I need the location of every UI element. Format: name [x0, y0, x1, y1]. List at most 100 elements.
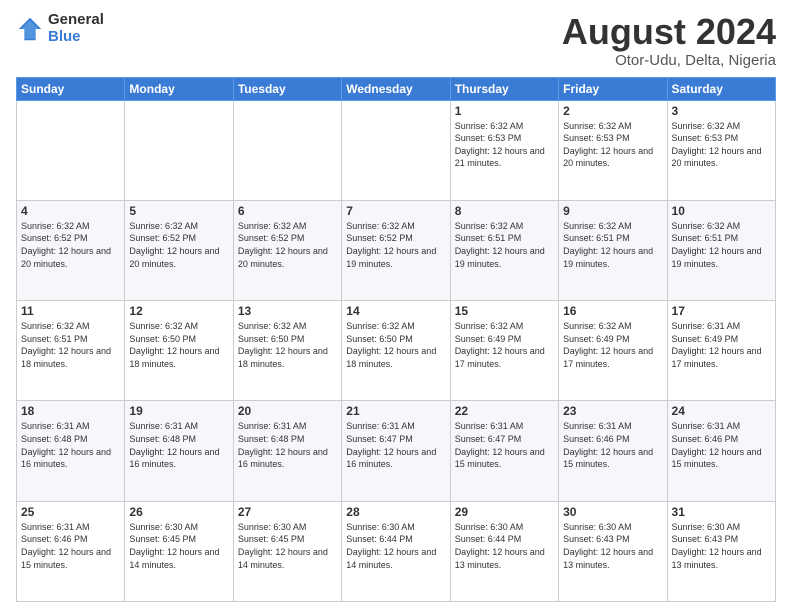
day-info: Sunrise: 6:31 AM Sunset: 6:46 PM Dayligh… — [672, 420, 771, 470]
day-cell: 3 Sunrise: 6:32 AM Sunset: 6:53 PM Daylig… — [667, 100, 775, 200]
logo-icon — [16, 15, 44, 43]
day-info: Sunrise: 6:31 AM Sunset: 6:48 PM Dayligh… — [238, 420, 337, 470]
day-info: Sunrise: 6:32 AM Sunset: 6:51 PM Dayligh… — [672, 220, 771, 270]
day-cell: 26Sunrise: 6:30 AM Sunset: 6:45 PM Dayli… — [125, 501, 233, 601]
calendar-header-row: SundayMondayTuesdayWednesdayThursdayFrid… — [17, 77, 776, 100]
day-number: 23 — [563, 404, 662, 418]
day-info: Sunrise: 6:31 AM Sunset: 6:48 PM Dayligh… — [21, 420, 120, 470]
day-number: 2 — [563, 104, 662, 118]
day-cell: 29 Sunrise: 6:30 AM Sunset: 6:44 PM Dayli… — [450, 501, 558, 601]
day-number: 19 — [129, 404, 228, 418]
day-number: 5 — [129, 204, 228, 218]
day-number: 20 — [238, 404, 337, 418]
week-row-3: 11 Sunrise: 6:32 AM Sunset: 6:51 PM Dayli… — [17, 301, 776, 401]
day-cell: 23 Sunrise: 6:31 AM Sunset: 6:46 PM Dayli… — [559, 401, 667, 501]
day-header-wednesday: Wednesday — [342, 77, 450, 100]
logo-general: General — [48, 12, 104, 29]
day-header-friday: Friday — [559, 77, 667, 100]
day-info: Sunrise: 6:32 AM Sunset: 6:49 PM Dayligh… — [563, 320, 662, 370]
day-number: 17 — [672, 304, 771, 318]
day-cell: 8 Sunrise: 6:32 AM Sunset: 6:51 PM Daylig… — [450, 200, 558, 300]
day-info: Sunrise: 6:32 AM Sunset: 6:50 PM Dayligh… — [238, 320, 337, 370]
day-number: 6 — [238, 204, 337, 218]
page: General Blue August 2024 Otor-Udu, Delta… — [0, 0, 792, 612]
day-cell: 1Sunrise: 6:32 AM Sunset: 6:53 PM Daylig… — [450, 100, 558, 200]
day-number: 4 — [21, 204, 120, 218]
day-cell: 12 Sunrise: 6:32 AM Sunset: 6:50 PM Dayli… — [125, 301, 233, 401]
day-cell: 5Sunrise: 6:32 AM Sunset: 6:52 PM Daylig… — [125, 200, 233, 300]
day-number: 18 — [21, 404, 120, 418]
day-cell: 11 Sunrise: 6:32 AM Sunset: 6:51 PM Dayli… — [17, 301, 125, 401]
day-info: Sunrise: 6:30 AM Sunset: 6:44 PM Dayligh… — [346, 521, 445, 571]
day-info: Sunrise: 6:31 AM Sunset: 6:48 PM Dayligh… — [129, 420, 228, 470]
day-cell: 17 Sunrise: 6:31 AM Sunset: 6:49 PM Dayli… — [667, 301, 775, 401]
day-number: 29 — [455, 505, 554, 519]
month-title: August 2024 — [562, 12, 776, 52]
day-cell: 20 Sunrise: 6:31 AM Sunset: 6:48 PM Dayli… — [233, 401, 341, 501]
title-section: August 2024 Otor-Udu, Delta, Nigeria — [562, 12, 776, 69]
day-info: Sunrise: 6:31 AM Sunset: 6:49 PM Dayligh… — [672, 320, 771, 370]
day-cell — [342, 100, 450, 200]
week-row-4: 18 Sunrise: 6:31 AM Sunset: 6:48 PM Dayli… — [17, 401, 776, 501]
calendar: SundayMondayTuesdayWednesdayThursdayFrid… — [16, 77, 776, 602]
logo-text: General Blue — [48, 12, 104, 45]
day-header-tuesday: Tuesday — [233, 77, 341, 100]
day-info: Sunrise: 6:32 AM Sunset: 6:52 PM Dayligh… — [346, 220, 445, 270]
day-cell: 15 Sunrise: 6:32 AM Sunset: 6:49 PM Dayli… — [450, 301, 558, 401]
day-info: Sunrise: 6:32 AM Sunset: 6:50 PM Dayligh… — [346, 320, 445, 370]
day-info: Sunrise: 6:30 AM Sunset: 6:43 PM Dayligh… — [563, 521, 662, 571]
day-cell: 28Sunrise: 6:30 AM Sunset: 6:44 PM Dayli… — [342, 501, 450, 601]
day-number: 22 — [455, 404, 554, 418]
day-cell: 19 Sunrise: 6:31 AM Sunset: 6:48 PM Dayli… — [125, 401, 233, 501]
day-number: 13 — [238, 304, 337, 318]
day-number: 31 — [672, 505, 771, 519]
day-info: Sunrise: 6:32 AM Sunset: 6:49 PM Dayligh… — [455, 320, 554, 370]
day-number: 3 — [672, 104, 771, 118]
day-cell: 9Sunrise: 6:32 AM Sunset: 6:51 PM Daylig… — [559, 200, 667, 300]
day-info: Sunrise: 6:30 AM Sunset: 6:43 PM Dayligh… — [672, 521, 771, 571]
day-info: Sunrise: 6:32 AM Sunset: 6:52 PM Dayligh… — [238, 220, 337, 270]
day-cell: 22 Sunrise: 6:31 AM Sunset: 6:47 PM Dayli… — [450, 401, 558, 501]
day-number: 12 — [129, 304, 228, 318]
day-cell: 2 Sunrise: 6:32 AM Sunset: 6:53 PM Daylig… — [559, 100, 667, 200]
day-number: 14 — [346, 304, 445, 318]
day-info: Sunrise: 6:32 AM Sunset: 6:50 PM Dayligh… — [129, 320, 228, 370]
day-number: 26 — [129, 505, 228, 519]
day-info: Sunrise: 6:31 AM Sunset: 6:47 PM Dayligh… — [346, 420, 445, 470]
day-cell: 21 Sunrise: 6:31 AM Sunset: 6:47 PM Dayli… — [342, 401, 450, 501]
day-info: Sunrise: 6:30 AM Sunset: 6:45 PM Dayligh… — [238, 521, 337, 571]
day-cell — [17, 100, 125, 200]
day-number: 8 — [455, 204, 554, 218]
day-number: 25 — [21, 505, 120, 519]
logo-blue: Blue — [48, 29, 104, 46]
day-info: Sunrise: 6:32 AM Sunset: 6:53 PM Dayligh… — [563, 120, 662, 170]
day-info: Sunrise: 6:32 AM Sunset: 6:51 PM Dayligh… — [21, 320, 120, 370]
day-cell: 27 Sunrise: 6:30 AM Sunset: 6:45 PM Dayli… — [233, 501, 341, 601]
header: General Blue August 2024 Otor-Udu, Delta… — [16, 12, 776, 69]
day-cell — [125, 100, 233, 200]
week-row-5: 25Sunrise: 6:31 AM Sunset: 6:46 PM Dayli… — [17, 501, 776, 601]
day-info: Sunrise: 6:32 AM Sunset: 6:52 PM Dayligh… — [21, 220, 120, 270]
day-info: Sunrise: 6:32 AM Sunset: 6:51 PM Dayligh… — [563, 220, 662, 270]
day-info: Sunrise: 6:31 AM Sunset: 6:46 PM Dayligh… — [563, 420, 662, 470]
day-number: 15 — [455, 304, 554, 318]
logo: General Blue — [16, 12, 104, 45]
day-cell: 30Sunrise: 6:30 AM Sunset: 6:43 PM Dayli… — [559, 501, 667, 601]
day-info: Sunrise: 6:30 AM Sunset: 6:44 PM Dayligh… — [455, 521, 554, 571]
location: Otor-Udu, Delta, Nigeria — [562, 52, 776, 69]
day-info: Sunrise: 6:32 AM Sunset: 6:51 PM Dayligh… — [455, 220, 554, 270]
day-number: 16 — [563, 304, 662, 318]
day-cell: 31 Sunrise: 6:30 AM Sunset: 6:43 PM Dayli… — [667, 501, 775, 601]
day-header-monday: Monday — [125, 77, 233, 100]
week-row-2: 4 Sunrise: 6:32 AM Sunset: 6:52 PM Daylig… — [17, 200, 776, 300]
day-number: 11 — [21, 304, 120, 318]
day-number: 7 — [346, 204, 445, 218]
day-cell: 14 Sunrise: 6:32 AM Sunset: 6:50 PM Dayli… — [342, 301, 450, 401]
day-number: 21 — [346, 404, 445, 418]
day-cell: 7 Sunrise: 6:32 AM Sunset: 6:52 PM Daylig… — [342, 200, 450, 300]
day-header-saturday: Saturday — [667, 77, 775, 100]
day-info: Sunrise: 6:31 AM Sunset: 6:47 PM Dayligh… — [455, 420, 554, 470]
day-cell: 16 Sunrise: 6:32 AM Sunset: 6:49 PM Dayli… — [559, 301, 667, 401]
day-info: Sunrise: 6:32 AM Sunset: 6:53 PM Dayligh… — [672, 120, 771, 170]
day-number: 27 — [238, 505, 337, 519]
